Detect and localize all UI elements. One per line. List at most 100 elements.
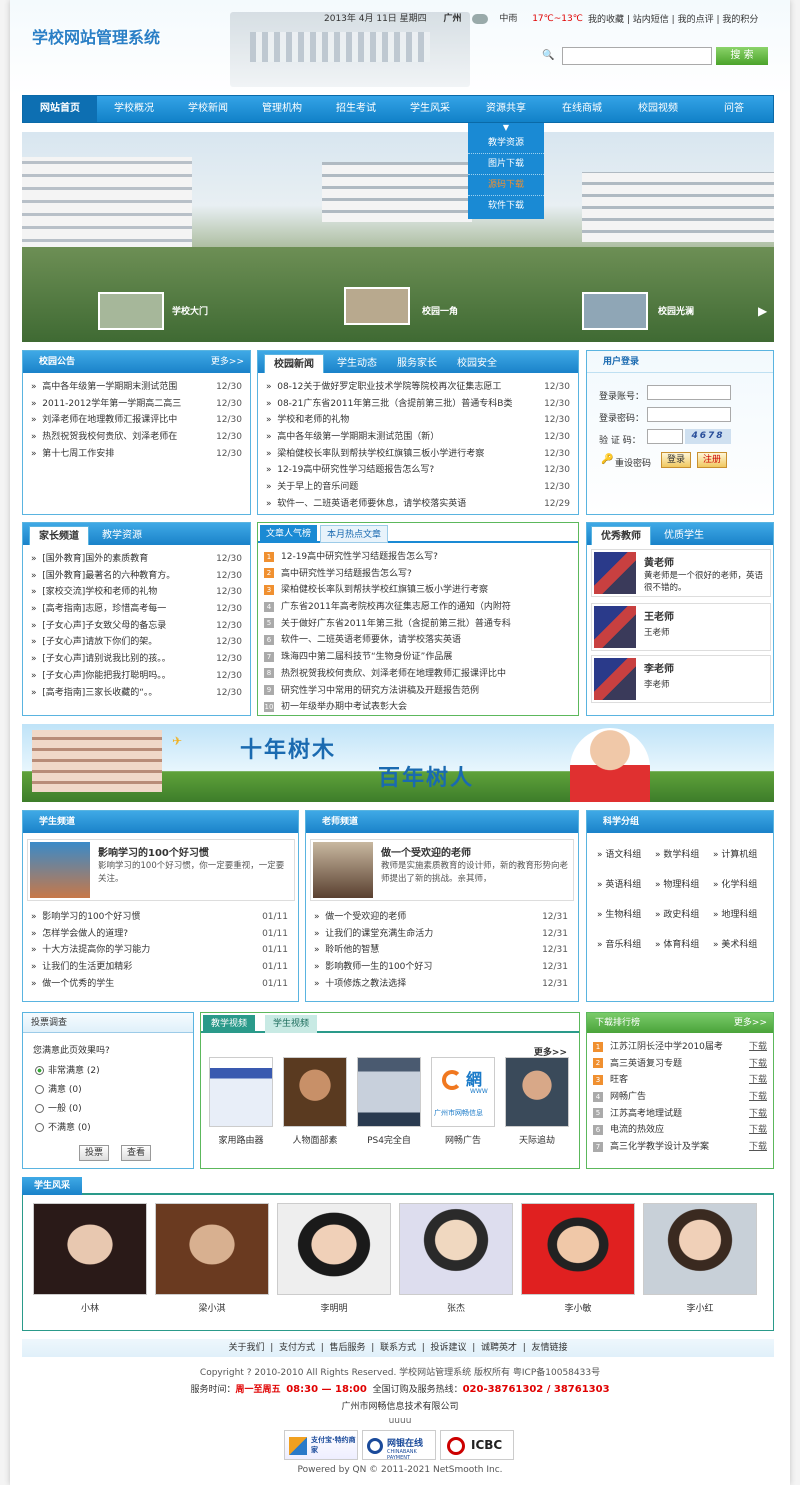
video-item[interactable]: PS4完全自 xyxy=(357,1057,421,1146)
video-item[interactable]: 家用路由器 xyxy=(209,1057,273,1146)
science-item[interactable]: » 地理科组 xyxy=(713,907,757,920)
list-item[interactable]: » 刘泽老师在地理教师汇报课评比中 12/30 xyxy=(31,412,242,429)
list-item[interactable]: 6 软件一、二班英语老师要休，请学校落实英语 xyxy=(264,632,570,649)
link-reviews[interactable]: 我的点评 xyxy=(678,15,714,25)
poll-option[interactable]: 非常满意 (2) xyxy=(35,1063,100,1076)
science-item[interactable]: » 计算机组 xyxy=(713,847,757,860)
radio-icon[interactable] xyxy=(35,1123,44,1132)
footer-link[interactable]: 支付方式 xyxy=(279,1343,315,1353)
list-item[interactable]: » 高中各年级第一学期期末测试范围（新） 12/30 xyxy=(266,429,570,446)
list-item[interactable]: » [国外教育]最著名的六种教育方。 12/30 xyxy=(31,568,242,585)
list-item[interactable]: » 第十七周工作安排 12/30 xyxy=(31,446,242,463)
poll-option[interactable]: 不满意 (0) xyxy=(35,1120,91,1133)
list-item[interactable]: » 做一个受欢迎的老师 12/31 xyxy=(314,909,568,926)
list-item[interactable]: 6 电流的热效应 下载 xyxy=(593,1122,767,1139)
list-item[interactable]: 7 高三化学教学设计及学案 下载 xyxy=(593,1139,767,1156)
dropdown-item-images[interactable]: 图片下载 xyxy=(468,154,544,175)
list-item[interactable]: 1 12-19高中研究性学习结题报告怎么写? xyxy=(264,549,570,566)
footer-link[interactable]: 投诉建议 xyxy=(430,1343,466,1353)
banner-thumb-corner[interactable] xyxy=(344,287,410,325)
search-input[interactable] xyxy=(562,47,712,65)
nav-home[interactable]: 网站首页 xyxy=(23,96,97,122)
captcha-image[interactable]: 4678 xyxy=(685,429,731,444)
video-item[interactable]: 人物面部素 xyxy=(283,1057,347,1146)
view-results-button[interactable]: 查看 xyxy=(121,1145,152,1161)
science-item[interactable]: » 化学科组 xyxy=(713,877,757,890)
poll-option[interactable]: 一般 (0) xyxy=(35,1101,82,1114)
site-logo[interactable]: 学校网站管理系统 xyxy=(32,24,160,48)
video-item[interactable]: 天际追劫 xyxy=(505,1057,569,1146)
list-item[interactable]: » [高考指南]志愿，珍惜高考每一 12/30 xyxy=(31,601,242,618)
student-photo[interactable]: 李小敏 xyxy=(521,1203,635,1314)
list-item[interactable]: 2 高中研究性学习结题报告怎么写? xyxy=(264,566,570,583)
login-button[interactable]: 登录 xyxy=(661,452,692,468)
list-item[interactable]: » 关于早上的音乐问题 12/30 xyxy=(266,479,570,496)
nav-admission[interactable]: 招生考试 xyxy=(321,96,391,122)
list-item[interactable]: » 高中各年级第一学期期末测试范围 12/30 xyxy=(31,379,242,396)
footer-link[interactable]: 诚聘英才 xyxy=(481,1343,517,1353)
link-messages[interactable]: 站内短信 xyxy=(633,15,669,25)
tab-teaching-video[interactable]: 教学视频 xyxy=(203,1015,256,1033)
nav-about[interactable]: 学校概况 xyxy=(99,96,169,122)
banner-next-arrow[interactable]: ▶ xyxy=(758,304,767,318)
teacher-card[interactable]: 李老师 李老师 xyxy=(591,655,771,703)
science-item[interactable]: » 数学科组 xyxy=(655,847,699,860)
science-item[interactable]: » 音乐科组 xyxy=(597,937,641,950)
science-item[interactable]: » 体育科组 xyxy=(655,937,699,950)
student-feature[interactable]: 影响学习的100个好习惯 影响学习的100个好习惯，你一定要重视，一定要关注。 xyxy=(27,839,295,901)
tab-best-teachers[interactable]: 优秀教师 xyxy=(591,526,651,545)
list-item[interactable]: » [子女心声]请别说我比别的孩。。 12/30 xyxy=(31,651,242,668)
science-item[interactable]: » 语文科组 xyxy=(597,847,641,860)
radio-icon[interactable] xyxy=(35,1085,44,1094)
list-item[interactable]: 3 梁柏健校长率队到帮扶学校红旗镇三板小学进行考察 xyxy=(264,582,570,599)
science-item[interactable]: » 政史科组 xyxy=(655,907,699,920)
teacher-card[interactable]: 黄老师 黄老师是一个很好的老师，英语很不错的。 xyxy=(591,549,771,597)
list-item[interactable]: » 让我们的课堂充满生命活力 12/31 xyxy=(314,926,568,943)
list-item[interactable]: » 08-12关于做好罗定职业技术学院等院校再次征集志愿工 12/30 xyxy=(266,379,570,396)
list-item[interactable]: » 2011-2012学年第一学期高二高三 12/30 xyxy=(31,396,242,413)
banner-thumb-light[interactable] xyxy=(582,292,648,330)
list-item[interactable]: 7 珠海四中第二届科技节“生物身份证”作品展 xyxy=(264,649,570,666)
list-item[interactable]: » 影响学习的100个好习惯 01/11 xyxy=(31,909,288,926)
dropdown-item-source[interactable]: 源码下载 xyxy=(468,175,544,196)
list-item[interactable]: » 十项修炼之教法选择 12/31 xyxy=(314,976,568,993)
list-item[interactable]: » [子女心声]你能把我打聪明吗。。 12/30 xyxy=(31,668,242,685)
list-item[interactable]: 4 网畅广告 下载 xyxy=(593,1089,767,1106)
tab-student-video[interactable]: 学生视频 xyxy=(265,1015,318,1033)
radio-selected-icon[interactable] xyxy=(35,1066,44,1075)
tab-teaching-resources[interactable]: 教学资源 xyxy=(93,526,151,545)
list-item[interactable]: » 聆听他的智慧 12/31 xyxy=(314,942,568,959)
list-item[interactable]: 5 关于做好广东省2011年第三批（含提前第三批）普通专科 xyxy=(264,616,570,633)
list-item[interactable]: » 让我们的生活更加精彩 01/11 xyxy=(31,959,288,976)
account-input[interactable] xyxy=(647,385,731,400)
list-item[interactable]: 5 江苏高考地理试题 下载 xyxy=(593,1106,767,1123)
badge-alipay[interactable]: 支付宝·特约商家 xyxy=(284,1430,358,1460)
science-item[interactable]: » 物理科组 xyxy=(655,877,699,890)
nav-org[interactable]: 管理机构 xyxy=(247,96,317,122)
student-photo[interactable]: 小林 xyxy=(33,1203,147,1314)
student-photo[interactable]: 张杰 xyxy=(399,1203,513,1314)
footer-link[interactable]: 联系方式 xyxy=(380,1343,416,1353)
nav-students[interactable]: 学生风采 xyxy=(395,96,465,122)
dropdown-item-software[interactable]: 软件下载 xyxy=(468,196,544,217)
nav-qa[interactable]: 问答 xyxy=(699,96,769,122)
list-item[interactable]: » 梁柏健校长率队到帮扶学校红旗镇三板小学进行考察 12/30 xyxy=(266,445,570,463)
tab-monthly-hot[interactable]: 本月热点文章 xyxy=(320,525,389,543)
science-item[interactable]: » 英语科组 xyxy=(597,877,641,890)
link-favorites[interactable]: 我的收藏 xyxy=(588,15,624,25)
password-input[interactable] xyxy=(647,407,731,422)
vote-button[interactable]: 投票 xyxy=(79,1145,110,1161)
nav-shop[interactable]: 在线商城 xyxy=(547,96,617,122)
badge-chinabank[interactable]: 网银在线 CHINABANK PAYMENT xyxy=(362,1430,436,1461)
tab-popular[interactable]: 文章人气榜 xyxy=(260,525,318,543)
science-item[interactable]: » 美术科组 xyxy=(713,937,757,950)
list-item[interactable]: 10 初一年级举办期中考试表彰大会 xyxy=(264,699,570,716)
video-item[interactable]: 網 WWW 广州市网畅信息 网畅广告 xyxy=(431,1057,495,1146)
radio-icon[interactable] xyxy=(35,1104,44,1113)
student-photo[interactable]: 梁小淇 xyxy=(155,1203,269,1314)
poll-option[interactable]: 满意 (0) xyxy=(35,1082,82,1095)
science-item[interactable]: » 生物科组 xyxy=(597,907,641,920)
list-item[interactable]: 8 热烈祝贺我校何贵欣、刘泽老师在地理教师汇报课评比中 xyxy=(264,666,570,683)
tab-parents[interactable]: 家长频道 xyxy=(29,526,89,545)
nav-news[interactable]: 学校新闻 xyxy=(173,96,243,122)
